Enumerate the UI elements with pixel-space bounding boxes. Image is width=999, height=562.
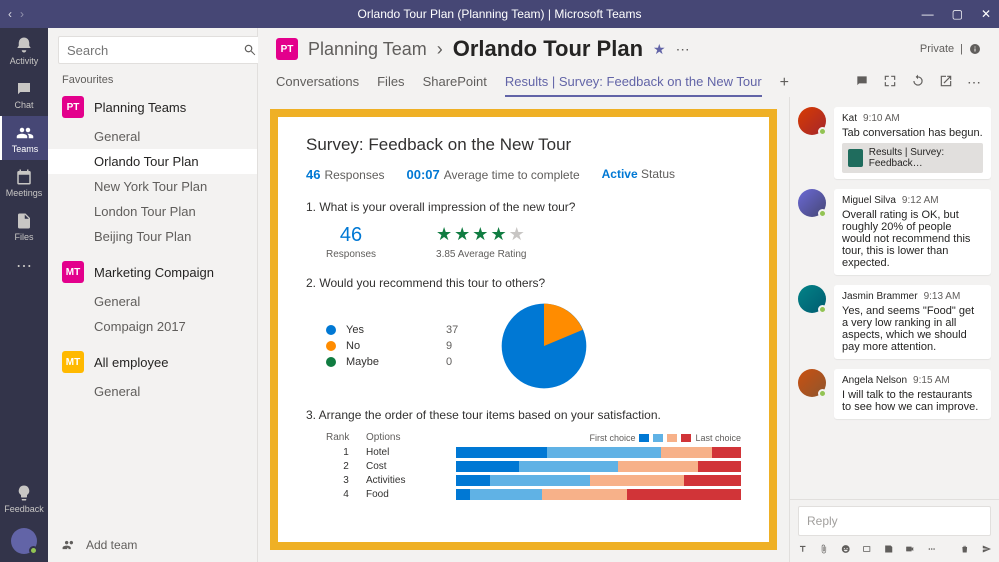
team-badge-icon: MT: [62, 351, 84, 373]
chat-message[interactable]: Angela Nelson9:15 AMI will talk to the r…: [798, 369, 991, 419]
avatar: [798, 285, 826, 313]
channel-item[interactable]: Orlando Tour Plan: [48, 149, 257, 174]
tab[interactable]: Files: [377, 68, 404, 97]
team-header[interactable]: PTPlanning Teams: [48, 90, 257, 124]
survey-embed: Survey: Feedback on the New Tour 46Respo…: [270, 109, 777, 550]
tabs: Conversations Files SharePoint Results | Su…: [276, 68, 981, 97]
avatar: [798, 369, 826, 397]
titlebar: ‹ › Orlando Tour Plan (Planning Team) | …: [0, 0, 999, 28]
app-rail: Activity Chat Teams Meetings Files ⋯ Fee…: [0, 28, 48, 562]
format-icon[interactable]: [798, 542, 807, 556]
channel-item[interactable]: London Tour Plan: [48, 199, 257, 224]
rail-activity[interactable]: Activity: [0, 28, 48, 72]
nav-back-icon[interactable]: ‹: [8, 7, 12, 21]
add-tab-icon[interactable]: +: [780, 74, 789, 92]
privacy-label: Private: [920, 43, 954, 55]
rail-chat[interactable]: Chat: [0, 72, 48, 116]
channel-item[interactable]: New York Tour Plan: [48, 174, 257, 199]
question-2: 2. Would you recommend this tour to othe…: [306, 276, 741, 392]
expand-icon[interactable]: [883, 74, 897, 88]
chat-message[interactable]: Kat9:10 AMTab conversation has begun.Res…: [798, 107, 991, 179]
send-icon[interactable]: [982, 542, 991, 556]
maximize-icon[interactable]: ▢: [952, 7, 963, 21]
search-icon: [243, 43, 257, 57]
search-input[interactable]: [58, 36, 266, 64]
main-content: PT Planning Team › Orlando Tour Plan ★ ⋯…: [258, 28, 999, 562]
tab-more-icon[interactable]: ⋯: [967, 74, 981, 91]
teams-sidebar: Favourites PTPlanning TeamsGeneralOrland…: [48, 28, 258, 562]
question-3: 3. Arrange the order of these tour items…: [306, 408, 741, 500]
tab-conversation-panel: Kat9:10 AMTab conversation has begun.Res…: [789, 97, 999, 562]
rank-row: 1Hotel: [326, 447, 741, 458]
tab-reference[interactable]: Results | Survey: Feedback…: [842, 143, 983, 173]
add-team-button[interactable]: Add team: [48, 528, 257, 562]
survey-title: Survey: Feedback on the New Tour: [306, 135, 741, 155]
favourites-label: Favourites: [48, 68, 257, 90]
channel-item[interactable]: General: [48, 289, 257, 314]
tab[interactable]: SharePoint: [423, 68, 487, 97]
user-avatar[interactable]: [11, 528, 37, 554]
attach-icon[interactable]: [819, 542, 828, 556]
refresh-icon[interactable]: [911, 74, 925, 88]
legend-item: Yes37: [326, 324, 458, 336]
more-icon[interactable]: ⋯: [676, 41, 690, 58]
window-title: Orlando Tour Plan (Planning Team) | Micr…: [358, 7, 642, 21]
breadcrumb: PT Planning Team › Orlando Tour Plan ★ ⋯…: [276, 36, 981, 62]
team-header[interactable]: MTMarketing Compaign: [48, 255, 257, 289]
rank-row: 4Food: [326, 489, 741, 500]
rail-feedback[interactable]: Feedback: [0, 476, 48, 520]
reply-input[interactable]: Reply: [798, 506, 991, 536]
team-badge-icon: MT: [62, 261, 84, 283]
gif-icon[interactable]: [862, 542, 871, 556]
chat-toggle-icon[interactable]: [855, 74, 869, 88]
rail-meetings[interactable]: Meetings: [0, 160, 48, 204]
team-add-icon: [62, 538, 76, 552]
chat-message[interactable]: Miguel Silva9:12 AMOverall rating is OK,…: [798, 189, 991, 275]
channel-item[interactable]: General: [48, 124, 257, 149]
rail-teams[interactable]: Teams: [0, 116, 48, 160]
more-compose-icon[interactable]: [927, 542, 936, 556]
star-icon[interactable]: ★: [653, 41, 666, 58]
breadcrumb-team[interactable]: Planning Team: [308, 39, 427, 60]
popout-icon[interactable]: [939, 74, 953, 88]
breadcrumb-channel: Orlando Tour Plan: [453, 36, 643, 62]
question-1: 1. What is your overall impression of th…: [306, 200, 741, 260]
rail-more[interactable]: ⋯: [0, 248, 48, 282]
forms-icon: [848, 149, 863, 167]
avatar: [798, 189, 826, 217]
legend-item: No9: [326, 340, 458, 352]
rail-files[interactable]: Files: [0, 204, 48, 248]
minimize-icon[interactable]: —: [922, 7, 934, 21]
close-icon[interactable]: ✕: [981, 7, 991, 21]
emoji-icon[interactable]: [841, 542, 850, 556]
team-badge: PT: [276, 38, 298, 60]
channel-item[interactable]: Beijing Tour Plan: [48, 224, 257, 249]
tab[interactable]: Conversations: [276, 68, 359, 97]
delete-icon[interactable]: [960, 542, 969, 556]
team-badge-icon: PT: [62, 96, 84, 118]
nav-forward-icon[interactable]: ›: [20, 7, 24, 21]
star-rating-icon: ★★★★★: [436, 224, 527, 245]
rank-row: 3Activities: [326, 475, 741, 486]
channel-item[interactable]: Compaign 2017: [48, 314, 257, 339]
meet-icon[interactable]: [905, 542, 914, 556]
team-header[interactable]: MTAll employee: [48, 345, 257, 379]
pie-chart: [498, 300, 590, 392]
survey-stats: 46Responses 00:07Average time to complet…: [306, 167, 741, 182]
info-icon[interactable]: [969, 43, 981, 55]
rank-row: 2Cost: [326, 461, 741, 472]
avatar: [798, 107, 826, 135]
chat-message[interactable]: Jasmin Brammer9:13 AMYes, and seems "Foo…: [798, 285, 991, 359]
tab[interactable]: Results | Survey: Feedback on the New To…: [505, 68, 762, 97]
legend-item: Maybe0: [326, 356, 458, 368]
channel-item[interactable]: General: [48, 379, 257, 404]
sticker-icon[interactable]: [884, 542, 893, 556]
